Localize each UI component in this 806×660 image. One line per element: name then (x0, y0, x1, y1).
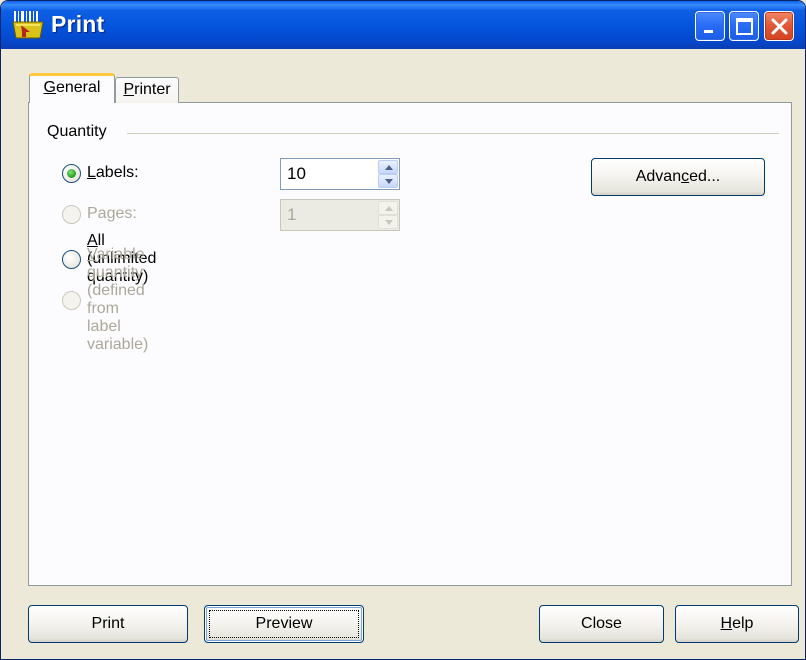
all-unlimited-radio[interactable] (62, 249, 81, 269)
pages-quantity-value[interactable]: 1 (287, 205, 296, 225)
pages-radio[interactable] (62, 204, 81, 224)
arrow-up-icon (385, 165, 393, 170)
print-dialog: Print General Printer Quantity Labels: 1… (0, 0, 806, 660)
close-window-button[interactable] (764, 11, 794, 41)
title-bar[interactable]: Print (1, 1, 805, 49)
pages-spin-up-button[interactable] (378, 201, 398, 215)
print-button[interactable]: Print (28, 605, 188, 643)
arrow-up-icon (385, 206, 393, 211)
close-button[interactable]: Close (539, 605, 664, 643)
labels-spin-up-button[interactable] (378, 160, 398, 174)
minimize-button[interactable] (695, 11, 725, 41)
window-title: Print (51, 11, 105, 37)
labels-quantity-value[interactable]: 10 (287, 164, 306, 184)
advanced-button[interactable]: Advanced... (591, 158, 765, 196)
pages-radio-option[interactable]: Pages: (62, 203, 137, 225)
pages-quantity-spinbox[interactable]: 1 (280, 199, 400, 231)
minimize-icon (704, 30, 713, 33)
arrow-down-icon (385, 179, 393, 184)
arrow-down-icon (385, 220, 393, 225)
quantity-group-label: Quantity (47, 123, 107, 140)
preview-button[interactable]: Preview (204, 605, 364, 643)
barcode-printer-icon (11, 10, 45, 40)
labels-radio-option[interactable]: Labels: (62, 162, 139, 184)
maximize-icon (736, 18, 753, 35)
variable-quantity-radio-option[interactable]: Variable quantity (defined from label va… (62, 246, 148, 353)
tab-general[interactable]: General (29, 73, 115, 103)
pages-spin-down-button[interactable] (378, 215, 398, 229)
maximize-button[interactable] (729, 11, 759, 41)
quantity-group-divider (127, 133, 779, 134)
help-button[interactable]: Help (675, 605, 799, 643)
labels-quantity-spinbox[interactable]: 10 (280, 158, 400, 190)
labels-spin-down-button[interactable] (378, 174, 398, 188)
variable-quantity-radio[interactable] (62, 290, 81, 310)
tab-printer[interactable]: Printer (115, 77, 179, 103)
close-icon (771, 18, 788, 35)
labels-radio[interactable] (62, 163, 81, 183)
